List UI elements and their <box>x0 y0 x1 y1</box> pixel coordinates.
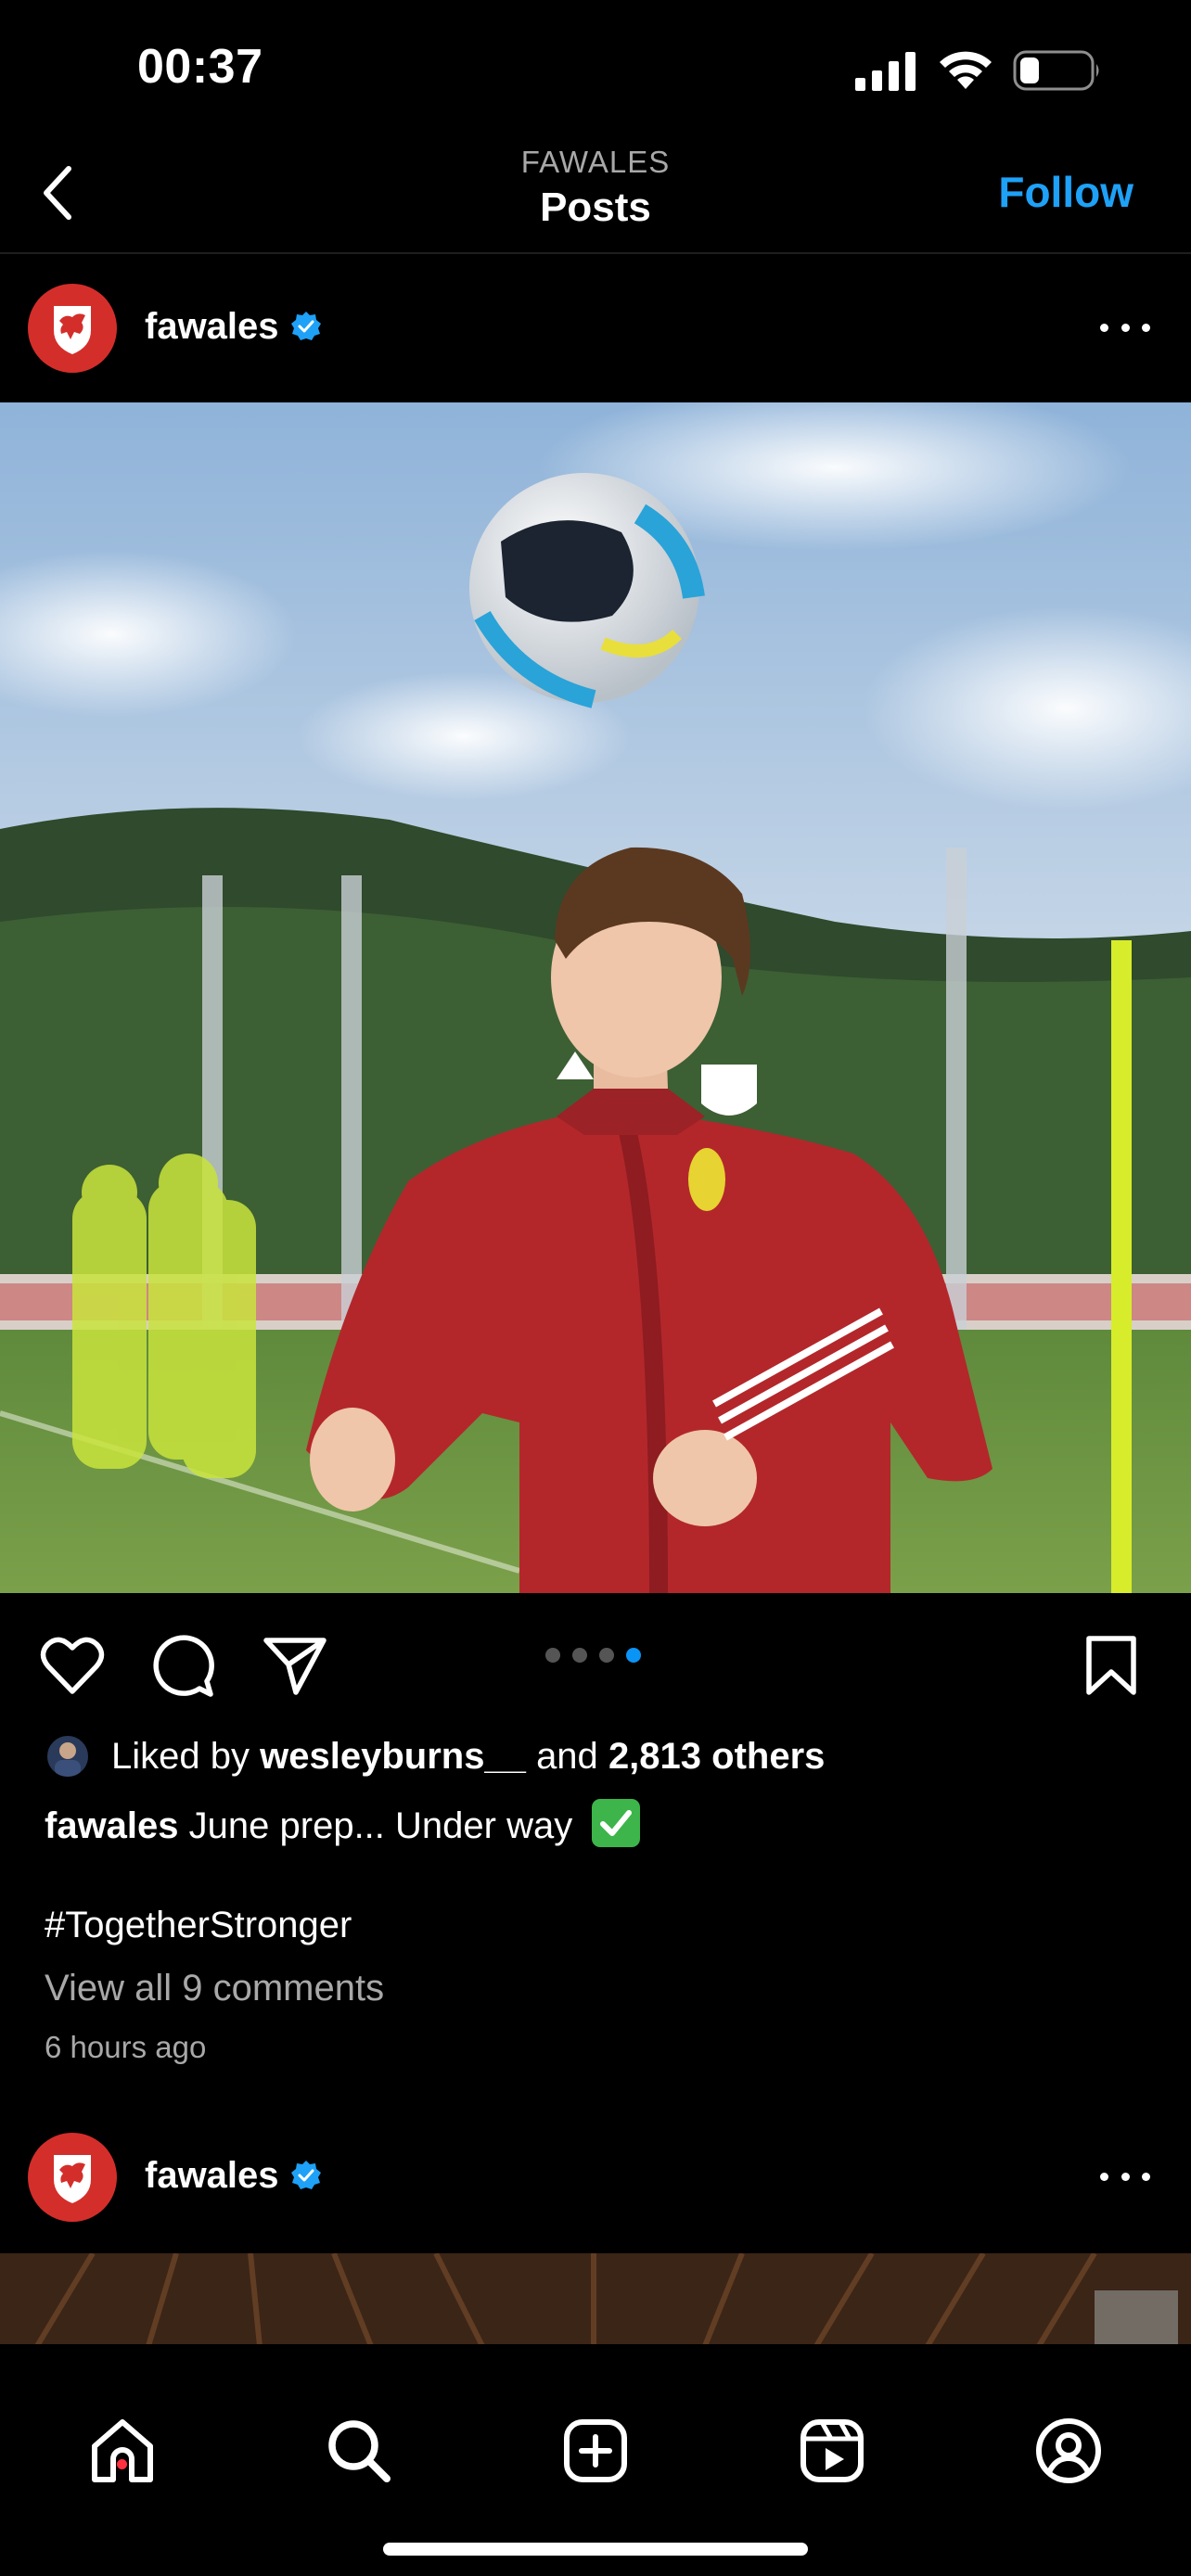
fa-wales-crest-logo <box>54 2155 91 2203</box>
hashtag-link[interactable]: #TogetherStronger <box>45 1899 352 1951</box>
view-comments-link[interactable]: View all 9 comments <box>45 1962 384 2014</box>
comment-icon <box>153 1635 214 1697</box>
carousel-dot <box>599 1648 614 1663</box>
carousel-dot <box>572 1648 587 1663</box>
liked-by-prefix: Liked by <box>111 1736 250 1777</box>
post-username[interactable]: fawales <box>145 2151 279 2200</box>
status-bar: 00:37 <box>0 0 1191 139</box>
post-caption: fawales June prep... Under way <box>45 1799 641 1852</box>
home-indicator[interactable] <box>383 2543 808 2556</box>
header-username: FAWALES <box>520 145 671 179</box>
share-button[interactable] <box>260 1630 330 1701</box>
training-photo <box>0 402 1191 1593</box>
chevron-left-icon <box>44 166 71 220</box>
likes-summary[interactable]: Liked by wesleyburns__ and 2,813 others <box>45 1730 825 1782</box>
wifi-icon <box>940 51 992 89</box>
notification-dot <box>117 2459 127 2469</box>
more-horizontal-icon <box>1100 323 1108 332</box>
bookmark-icon <box>1086 1636 1136 1695</box>
more-options-button[interactable] <box>1093 306 1158 349</box>
like-button[interactable] <box>37 1630 108 1701</box>
post-timestamp: 6 hours ago <box>45 2030 207 2064</box>
header-titles: FAWALES Posts <box>364 143 827 234</box>
post-photo[interactable] <box>0 402 1191 1593</box>
comment-button[interactable] <box>148 1630 219 1701</box>
tab-reels[interactable] <box>790 2409 874 2493</box>
profile-icon <box>1036 2418 1101 2483</box>
tab-profile[interactable] <box>1027 2409 1110 2493</box>
bottom-tab-bar <box>0 2344 1191 2576</box>
avatar[interactable] <box>28 2133 117 2222</box>
save-button[interactable] <box>1076 1630 1146 1701</box>
top-nav-bar: FAWALES Posts Follow <box>0 139 1191 254</box>
caption-username[interactable]: fawales <box>45 1805 179 1846</box>
liked-by-others[interactable]: 2,813 others <box>608 1730 825 1782</box>
cellular-signal-icon <box>855 52 916 91</box>
heart-icon <box>40 1637 105 1694</box>
battery-icon <box>1013 50 1099 91</box>
next-photo-preview <box>0 2253 1191 2346</box>
check-mark-icon <box>592 1799 641 1847</box>
verified-badge-icon <box>291 2161 321 2189</box>
carousel-indicator <box>545 1648 641 1663</box>
fa-wales-crest-logo <box>54 306 91 354</box>
more-options-button[interactable] <box>1093 2155 1158 2198</box>
more-horizontal-icon <box>1100 2172 1108 2181</box>
post-username[interactable]: fawales <box>145 302 279 351</box>
follow-button[interactable]: Follow <box>998 163 1133 221</box>
post-header: fawales <box>0 256 1191 404</box>
carousel-dot-active <box>626 1648 641 1663</box>
back-button[interactable] <box>28 159 87 226</box>
liked-by-and: and <box>536 1736 598 1777</box>
liker-avatar <box>45 1733 91 1779</box>
home-icon <box>92 2419 153 2482</box>
tab-create[interactable] <box>554 2409 637 2493</box>
tab-home[interactable] <box>81 2409 164 2493</box>
plus-square-icon <box>564 2419 627 2482</box>
next-post-photo[interactable] <box>0 2253 1191 2346</box>
verified-badge-icon <box>291 312 321 340</box>
tab-search[interactable] <box>317 2409 401 2493</box>
carousel-dot <box>545 1648 560 1663</box>
search-icon <box>328 2420 391 2482</box>
reels-icon <box>800 2419 864 2482</box>
post-header: fawales <box>0 2105 1191 2253</box>
status-time: 00:37 <box>137 40 263 94</box>
liked-by-user[interactable]: wesleyburns__ <box>260 1730 526 1782</box>
caption-text: June prep... Under way <box>188 1805 573 1846</box>
send-icon <box>263 1638 327 1695</box>
page-title: Posts <box>540 185 651 230</box>
avatar[interactable] <box>28 284 117 373</box>
